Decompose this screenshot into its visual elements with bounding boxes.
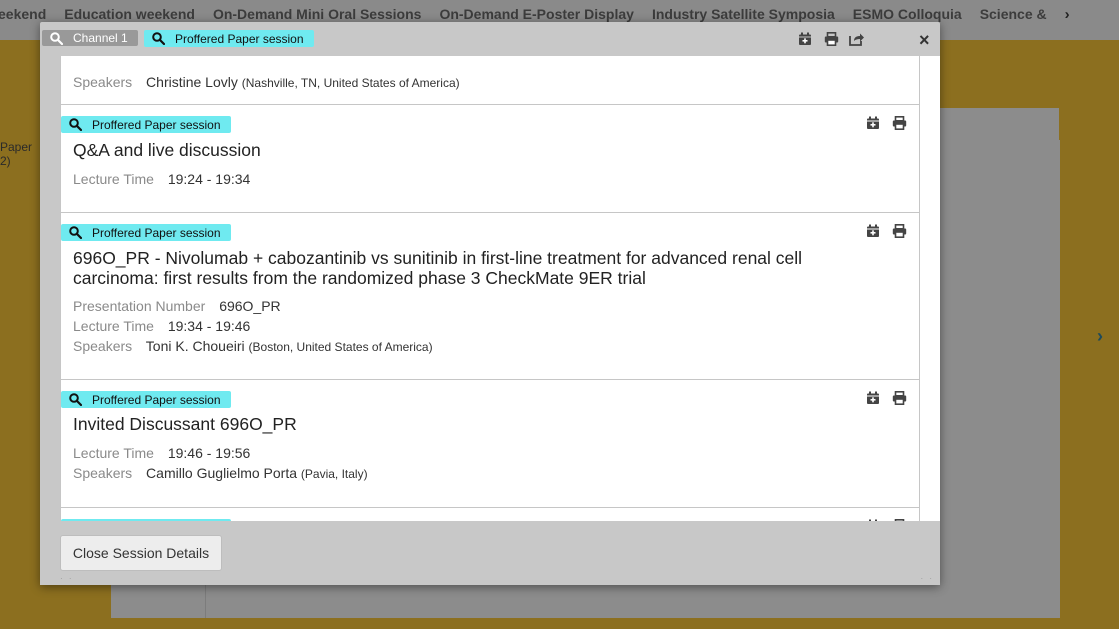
session-list-scroll-area[interactable]: Speakers Christine Lovly (Nashville, TN,… (60, 56, 940, 521)
session-title[interactable]: 696O_PR - Nivolumab + cabozantinib vs su… (73, 248, 802, 288)
nav-item[interactable]: Science & (980, 6, 1047, 22)
lecture-time-label: Lecture Time (73, 171, 154, 187)
session-card: Proffered Paper session (60, 508, 920, 521)
speakers-row: Speakers Camillo Guglielmo Porta (Pavia,… (73, 465, 368, 482)
channel-chip[interactable]: Channel 1 (42, 30, 138, 46)
speakers-label: Speakers (73, 338, 133, 354)
session-card: Proffered Paper session Invited Discussa… (60, 380, 920, 508)
presentation-number-label: Presentation Number (73, 298, 206, 314)
close-icon[interactable]: × (919, 31, 930, 49)
print-icon[interactable] (891, 390, 907, 406)
nav-item[interactable]: Education weekend (64, 6, 195, 22)
resize-handle-icon[interactable]: · · (920, 574, 934, 583)
calendar-add-icon[interactable] (797, 31, 813, 47)
channel-chip-label: Channel 1 (73, 31, 128, 45)
lecture-time-row: Lecture Time 19:24 - 19:34 (73, 171, 250, 187)
session-card: Speakers Christine Lovly (Nashville, TN,… (60, 56, 920, 105)
card-actions (865, 115, 907, 131)
session-card: Proffered Paper session 696O_PR - Nivolu… (60, 213, 920, 380)
speakers-row: Speakers Christine Lovly (Nashville, TN,… (73, 74, 460, 91)
close-session-details-button[interactable]: Close Session Details (60, 535, 222, 571)
session-title[interactable]: Q&A and live discussion (73, 140, 261, 160)
speaker-affiliation: (Boston, United States of America) (248, 340, 433, 354)
resize-handle-icon[interactable]: · · (60, 574, 74, 583)
speakers-row: Speakers Toni K. Choueiri (Boston, Unite… (73, 338, 433, 355)
share-icon[interactable] (849, 31, 865, 47)
lecture-time-value: 19:24 - 19:34 (167, 171, 251, 187)
modal-footer: Close Session Details · · · · (40, 521, 940, 585)
speaker-affiliation: (Pavia, Italy) (300, 467, 368, 481)
speaker-name: Camillo Guglielmo Porta (146, 465, 297, 481)
speakers-label: Speakers (73, 74, 133, 90)
card-actions (865, 223, 907, 239)
print-icon[interactable] (823, 31, 839, 47)
session-type-label: Proffered Paper session (92, 117, 221, 132)
session-type-chip[interactable]: Proffered Paper session (61, 391, 231, 408)
search-icon (69, 118, 82, 131)
session-title[interactable]: Invited Discussant 696O_PR (73, 414, 297, 434)
chevron-right-icon[interactable]: › (1097, 326, 1103, 347)
session-type-chip[interactable]: Proffered Paper session (61, 224, 231, 241)
lecture-time-value: 19:46 - 19:56 (167, 445, 251, 461)
card-actions (865, 390, 907, 406)
modal-header: Channel 1 Proffered Paper session × (40, 22, 940, 56)
calendar-add-icon[interactable] (865, 390, 881, 406)
lecture-time-value: 19:34 - 19:46 (167, 318, 251, 334)
nav-item[interactable]: ESMO Colloquia (853, 6, 962, 22)
chevron-right-icon[interactable]: › (1065, 6, 1070, 23)
side-text-line: 2) (0, 154, 11, 168)
header-actions (797, 31, 865, 47)
nav-item[interactable]: On-Demand E-Poster Display (439, 6, 634, 22)
nav-item[interactable]: eekend (0, 6, 46, 22)
background-side-text: Paper 2) (0, 140, 32, 168)
lecture-time-row: Lecture Time 19:46 - 19:56 (73, 445, 250, 461)
speaker-name: Toni K. Choueiri (145, 338, 245, 354)
nav-item[interactable]: Industry Satellite Symposia (652, 6, 835, 22)
presentation-number-value: 696O_PR (219, 298, 281, 314)
session-details-modal: Channel 1 Proffered Paper session × Spea… (40, 22, 940, 585)
session-list: Speakers Christine Lovly (Nashville, TN,… (60, 56, 940, 521)
presentation-number-row: Presentation Number 696O_PR (73, 298, 281, 314)
calendar-add-icon[interactable] (865, 115, 881, 131)
nav-item[interactable]: On-Demand Mini Oral Sessions (213, 6, 422, 22)
search-icon (152, 32, 165, 45)
calendar-add-icon[interactable] (865, 223, 881, 239)
lecture-time-label: Lecture Time (73, 318, 154, 334)
search-icon (50, 31, 63, 45)
side-text-line: Paper (0, 140, 33, 154)
session-type-chip[interactable]: Proffered Paper session (144, 30, 314, 47)
print-icon[interactable] (891, 223, 907, 239)
lecture-time-row: Lecture Time 19:34 - 19:46 (73, 318, 250, 334)
search-icon (69, 393, 82, 406)
search-icon (69, 226, 82, 239)
session-title-line: 696O_PR - Nivolumab + cabozantinib vs su… (73, 248, 803, 268)
print-icon[interactable] (891, 115, 907, 131)
session-type-label: Proffered Paper session (92, 392, 221, 407)
session-card: Proffered Paper session Q&A and live dis… (60, 105, 920, 213)
speaker-affiliation: (Nashville, TN, United States of America… (241, 76, 460, 90)
speaker-name: Christine Lovly (146, 74, 238, 90)
session-type-label: Proffered Paper session (92, 225, 221, 240)
session-type-chip[interactable]: Proffered Paper session (61, 116, 231, 133)
session-type-label: Proffered Paper session (175, 31, 304, 46)
speakers-label: Speakers (73, 465, 133, 481)
lecture-time-label: Lecture Time (73, 445, 154, 461)
session-title-line: carcinoma: first results from the random… (73, 268, 646, 288)
